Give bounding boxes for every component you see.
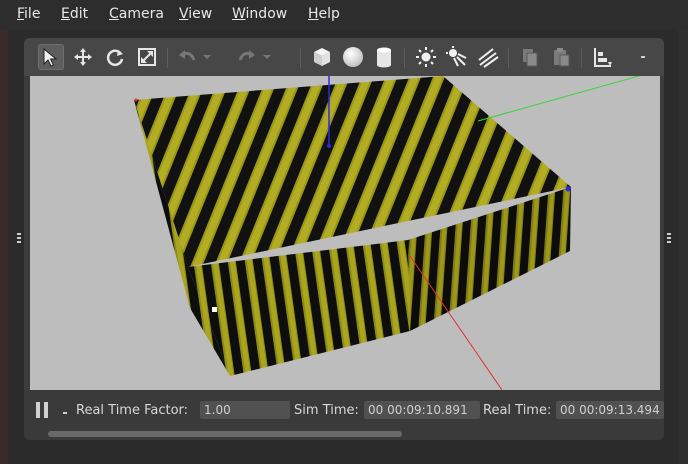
menu-file-mnemonic: F bbox=[17, 6, 25, 22]
right-splitter-handle[interactable] bbox=[667, 233, 671, 243]
menu-window-rest: indow bbox=[245, 6, 288, 22]
menu-camera[interactable]: Camera bbox=[109, 6, 164, 22]
undo-button[interactable] bbox=[174, 44, 200, 70]
sphere-shape-icon bbox=[343, 47, 363, 67]
real-time-field: 00 00:09:13.494 bbox=[556, 401, 664, 419]
rotate-mode-button[interactable] bbox=[102, 44, 128, 70]
real-time-factor-label: Real Time Factor: bbox=[76, 403, 189, 418]
spot-light-icon bbox=[446, 46, 467, 67]
menu-window[interactable]: Window bbox=[232, 6, 287, 22]
pause-button[interactable] bbox=[36, 402, 50, 418]
redo-button[interactable] bbox=[234, 44, 260, 70]
menu-camera-rest: amera bbox=[118, 6, 164, 22]
real-time-factor-field: 1.00 bbox=[200, 401, 290, 419]
horizontal-scrollbar-thumb[interactable] bbox=[48, 431, 402, 437]
step-button[interactable] bbox=[63, 412, 67, 414]
left-dock-edge bbox=[0, 30, 8, 464]
directional-light-icon bbox=[478, 48, 499, 68]
undo-icon bbox=[179, 50, 196, 61]
scene-viewport[interactable] bbox=[30, 76, 660, 390]
sphere-shape-button[interactable] bbox=[340, 44, 366, 70]
undo-history-dropdown[interactable] bbox=[200, 44, 214, 70]
align-icon bbox=[594, 48, 612, 67]
menu-file[interactable]: File bbox=[17, 6, 40, 22]
menu-view-mnemonic: V bbox=[179, 6, 189, 22]
menu-window-mnemonic: W bbox=[232, 6, 246, 22]
translate-mode-button[interactable] bbox=[70, 44, 96, 70]
pause-icon bbox=[36, 402, 40, 418]
menu-help-rest: elp bbox=[318, 6, 340, 22]
undo-dropdown-icon bbox=[203, 55, 211, 59]
selection-handle[interactable] bbox=[212, 307, 217, 312]
select-mode-icon bbox=[43, 47, 58, 67]
point-light-icon bbox=[416, 47, 436, 67]
menu-edit[interactable]: Edit bbox=[61, 6, 88, 22]
align-button[interactable] bbox=[590, 44, 616, 70]
cylinder-shape-button[interactable] bbox=[371, 44, 397, 70]
toolbar-separator bbox=[167, 48, 168, 68]
real-time-label: Real Time: bbox=[483, 403, 552, 418]
origin-marker bbox=[327, 144, 331, 148]
box-shape-button[interactable] bbox=[309, 44, 335, 70]
select-mode-button[interactable] bbox=[38, 44, 64, 70]
overflow-icon bbox=[641, 56, 645, 58]
box-shape-icon bbox=[314, 48, 330, 66]
menu-help[interactable]: Help bbox=[308, 6, 340, 22]
corner-marker bbox=[134, 98, 138, 102]
menu-view-rest: iew bbox=[188, 6, 213, 22]
toolbar-overflow-button[interactable] bbox=[636, 44, 650, 70]
toolbar-separator bbox=[404, 48, 405, 68]
translate-mode-icon bbox=[74, 48, 92, 66]
directional-light-button[interactable] bbox=[475, 44, 501, 70]
toolbar-separator bbox=[300, 48, 301, 68]
rotate-mode-icon bbox=[106, 49, 124, 66]
y-axis-line bbox=[477, 76, 641, 122]
scene-render bbox=[134, 76, 641, 390]
menu-camera-mnemonic: C bbox=[109, 6, 119, 22]
paste-icon bbox=[554, 48, 570, 67]
menu-view[interactable]: View bbox=[179, 6, 212, 22]
menu-edit-mnemonic: E bbox=[61, 6, 70, 22]
paste-button[interactable] bbox=[548, 44, 574, 70]
corner-marker bbox=[565, 186, 571, 192]
point-light-button[interactable] bbox=[413, 44, 439, 70]
copy-button[interactable] bbox=[517, 44, 543, 70]
menu-edit-rest: dit bbox=[69, 6, 89, 22]
right-dock-edge bbox=[678, 30, 688, 464]
toolbar-separator bbox=[581, 48, 582, 68]
menu-help-mnemonic: H bbox=[308, 6, 319, 22]
redo-dropdown-icon bbox=[263, 55, 271, 59]
scene-toolbar bbox=[24, 38, 664, 76]
toolbar-separator bbox=[508, 48, 509, 68]
menu-file-rest: ile bbox=[24, 6, 41, 22]
scale-mode-button[interactable] bbox=[134, 44, 160, 70]
pause-icon bbox=[44, 402, 48, 418]
redo-history-dropdown[interactable] bbox=[260, 44, 274, 70]
menu-bar: File Edit Camera View Window Help bbox=[0, 0, 688, 30]
spot-light-button[interactable] bbox=[444, 44, 470, 70]
sim-time-field: 00 00:09:10.891 bbox=[364, 401, 480, 419]
copy-icon bbox=[523, 49, 538, 67]
cylinder-shape-icon bbox=[377, 47, 391, 68]
redo-icon bbox=[238, 50, 255, 61]
sim-time-label: Sim Time: bbox=[294, 403, 359, 418]
scale-mode-icon bbox=[138, 48, 156, 66]
left-splitter-handle[interactable] bbox=[17, 233, 21, 243]
